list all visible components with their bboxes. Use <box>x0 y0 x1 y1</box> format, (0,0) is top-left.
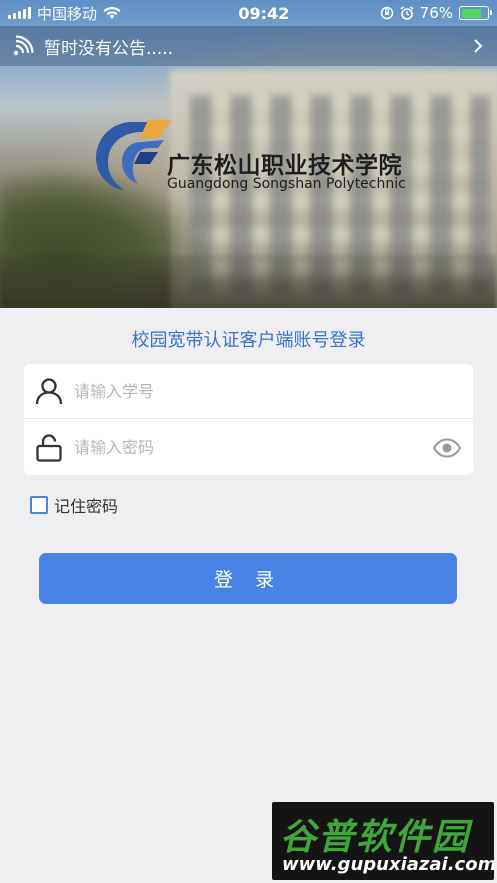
watermark-url: www.gupuxiazai.com <box>282 854 494 875</box>
remember-password-label: 记住密码 <box>54 497 119 516</box>
show-password-eye-icon[interactable] <box>433 437 461 458</box>
password-input[interactable] <box>74 438 414 457</box>
orientation-lock-icon <box>380 6 393 20</box>
username-input[interactable] <box>74 381 414 401</box>
school-name-en: Guangdong Songshan Polytechnic <box>167 176 406 192</box>
user-icon <box>35 378 63 405</box>
lock-icon <box>36 433 62 462</box>
notice-text: 暂时没有公告..... <box>44 38 174 59</box>
login-form <box>24 364 473 475</box>
signal-icon <box>8 7 31 19</box>
watermark-name: 谷普软件园 <box>280 817 471 858</box>
battery-percent: 76% <box>419 4 453 22</box>
notice-bar[interactable]: 暂时没有公告..... <box>0 26 497 66</box>
login-title: 校园宽带认证客户端账号登录 <box>131 330 366 351</box>
alarm-icon <box>400 6 414 20</box>
password-row <box>24 420 473 475</box>
remember-password-checkbox[interactable] <box>30 496 48 514</box>
login-button[interactable]: 登 录 <box>39 553 457 604</box>
school-name-cn: 广东松山职业技术学院 <box>167 153 402 179</box>
speaker-icon <box>13 35 34 56</box>
school-logo: 广东松山职业技术学院 Guangdong Songshan Polytechni… <box>92 112 412 197</box>
carrier-label: 中国移动 <box>37 4 98 23</box>
status-bar: 中国移动 09:42 76% <box>0 0 497 26</box>
clock: 09:42 <box>238 3 290 23</box>
username-row <box>24 364 473 419</box>
remember-password[interactable]: 记住密码 <box>30 493 118 517</box>
watermark-logo: 谷普软件园 www.gupuxiazai.com <box>272 802 494 880</box>
school-logo-mark <box>96 120 172 190</box>
ground <box>0 255 497 308</box>
battery-icon <box>459 6 492 20</box>
chevron-right-icon[interactable] <box>471 38 485 54</box>
wifi-icon <box>103 6 121 19</box>
